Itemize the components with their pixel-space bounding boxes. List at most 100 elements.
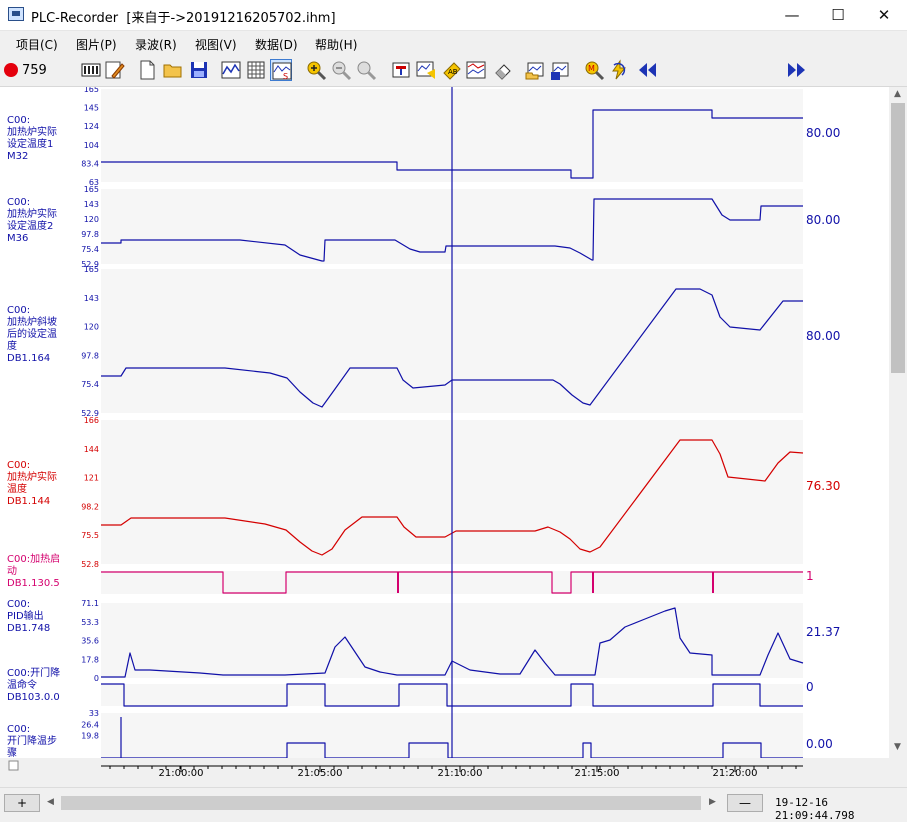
ab-cursor-icon[interactable]: AB xyxy=(440,59,462,81)
scroll-left-icon[interactable]: ◀ xyxy=(47,797,54,807)
scroll-up-icon[interactable]: ▲ xyxy=(894,89,901,99)
plc-config-button[interactable] xyxy=(80,59,102,81)
cursor-timestamp: 19-12-16 21:09:44.798 xyxy=(775,796,855,822)
marker-button[interactable] xyxy=(415,59,437,81)
y-tick-label: 104 xyxy=(84,141,99,150)
channel-label-line: DB1.130.5 xyxy=(7,578,60,589)
channel-label-line: DB1.144 xyxy=(7,496,50,507)
channel-label-line: 开门降温步 xyxy=(7,734,57,747)
channel-label-line: DB1.748 xyxy=(7,623,50,634)
time-axis: 21:00:00 21:05:00 21:10:00 21:15:00 21:20:00 xyxy=(0,758,889,786)
channel-panel-8: C00:开门降温步骤 33 26.4 19.8 0.00 xyxy=(7,709,833,758)
open-folder-button[interactable] xyxy=(162,59,184,81)
title-bar: PLC-Recorder [来自于->20191216205702.ihm] —… xyxy=(0,0,907,31)
menu-data[interactable]: 数据(D) xyxy=(255,36,298,53)
channel-label-line: DB1.164 xyxy=(7,353,50,364)
y-tick-label: 165 xyxy=(84,185,99,194)
y-tick-label: 97.8 xyxy=(81,351,99,360)
channel-label-line: 温度 xyxy=(7,482,27,495)
export-data-button[interactable] xyxy=(549,59,571,81)
search-icon[interactable]: M xyxy=(583,59,605,81)
window-title: PLC-Recorder [来自于->20191216205702.ihm] xyxy=(31,11,336,26)
maximize-button[interactable]: ☐ xyxy=(815,0,861,30)
zoom-in-icon[interactable] xyxy=(305,59,327,81)
channel-label-line: 加热炉实际 xyxy=(7,125,57,138)
channel-label-line: C00: xyxy=(7,599,30,610)
menu-project[interactable]: 项目(C) xyxy=(16,36,58,53)
fast-forward-icon[interactable] xyxy=(786,59,808,81)
menu-bar: 项目(C) 图片(P) 录波(R) 视图(V) 数据(D) 帮助(H) xyxy=(0,31,907,55)
channel-label-line: C00: xyxy=(7,197,30,208)
y-tick-label: 121 xyxy=(84,474,99,483)
vertical-scroll-thumb[interactable] xyxy=(891,103,905,373)
scroll-right-icon[interactable]: ▶ xyxy=(709,797,716,807)
channel-label-line: C00:加热启 xyxy=(7,552,60,565)
channel-label-line: C00: xyxy=(7,724,30,735)
channel-label-line: 设定温度1 xyxy=(7,137,53,150)
channel-panel-1: C00:加热炉实际设定温度1 M3216514512410483.46380.00 xyxy=(7,87,840,187)
menu-view[interactable]: 视图(V) xyxy=(195,36,237,53)
y-tick-label: 19.8 xyxy=(81,732,99,741)
svg-text:M: M xyxy=(588,64,595,73)
minimize-button[interactable]: — xyxy=(769,0,815,30)
y-tick-label: 166 xyxy=(84,416,99,425)
y-tick-label: 143 xyxy=(84,294,99,303)
channel-label-line: C00: xyxy=(7,460,30,471)
menu-record[interactable]: 录波(R) xyxy=(135,36,177,53)
y-tick-label: 0 xyxy=(94,674,99,683)
channel-label-line: C00: xyxy=(7,115,30,126)
y-tick-label: 75.4 xyxy=(81,245,99,254)
svg-text:S: S xyxy=(283,72,288,81)
channel-label-line: 加热炉实际 xyxy=(7,207,57,220)
import-data-button[interactable] xyxy=(524,59,546,81)
scroll-down-icon[interactable]: ▼ xyxy=(894,742,901,752)
y-tick-label: 165 xyxy=(84,265,99,274)
toolbar: 759 S AB M ▼ xyxy=(0,56,907,137)
channel-label-line: 加热炉实际 xyxy=(7,470,57,483)
save-button[interactable] xyxy=(188,59,210,81)
y-tick-label: 144 xyxy=(84,445,99,454)
channel-current-value: 80.00 xyxy=(806,213,840,227)
vertical-scrollbar[interactable]: ▲ ▼ xyxy=(889,87,907,758)
time-tick-label: 21:15:00 xyxy=(575,768,620,779)
new-file-button[interactable] xyxy=(136,59,158,81)
y-tick-label: 26.4 xyxy=(81,720,99,729)
y-tick-label: 165 xyxy=(84,87,99,94)
remove-plot-button[interactable]: — xyxy=(727,794,763,812)
multi-curve-button[interactable] xyxy=(465,59,487,81)
channel-label-line: C00:开门降 xyxy=(7,666,60,679)
zoom-reset-icon[interactable] xyxy=(355,59,377,81)
legend-checkbox xyxy=(8,760,19,771)
y-tick-label: 53.3 xyxy=(81,618,99,627)
y-tick-label: 83.4 xyxy=(81,159,99,168)
y-tick-label: 124 xyxy=(84,122,99,131)
svg-text:AB: AB xyxy=(448,68,458,76)
eraser-icon[interactable] xyxy=(492,59,514,81)
print-view-button[interactable] xyxy=(390,59,412,81)
close-button[interactable]: ✕ xyxy=(861,0,907,30)
menu-picture[interactable]: 图片(P) xyxy=(76,36,117,53)
scale-curve-button[interactable]: S xyxy=(270,59,292,81)
channel-current-value: 80.00 xyxy=(806,329,840,343)
zoom-out-icon[interactable] xyxy=(330,59,352,81)
channel-current-value: 21.37 xyxy=(806,625,840,639)
channel-current-value: 0 xyxy=(806,680,814,694)
channel-label-line: PID输出 xyxy=(7,609,44,622)
menu-help[interactable]: 帮助(H) xyxy=(315,36,357,53)
time-tick-label: 21:10:00 xyxy=(438,768,483,779)
channel-panel-3: C00:加热炉斜坡后的设定温度 DB1.16416514312097.875.45… xyxy=(7,265,840,418)
channel-panel-6: C00: PID输出 DB1.748 71.1 53.3 35.6 17.8 0 21.37 xyxy=(7,599,840,683)
lightning-icon[interactable] xyxy=(608,59,630,81)
grid-button[interactable] xyxy=(245,59,267,81)
channel-current-value: 80.00 xyxy=(806,126,840,140)
rewind-icon[interactable] xyxy=(636,59,658,81)
y-tick-label: 17.8 xyxy=(81,655,99,664)
edit-pen-button[interactable] xyxy=(104,59,126,81)
add-plot-button[interactable]: + xyxy=(4,794,40,812)
curve-view-button[interactable] xyxy=(220,59,242,81)
horizontal-scrollbar[interactable]: ◀ ▶ xyxy=(43,795,721,811)
channel-current-value: 0.00 xyxy=(806,737,833,751)
time-tick-label: 21:20:00 xyxy=(713,768,758,779)
waveform-plot-area[interactable]: C00:加热炉实际设定温度1 M3216514512410483.46380.00… xyxy=(0,87,889,758)
horizontal-scroll-thumb[interactable] xyxy=(61,796,701,810)
